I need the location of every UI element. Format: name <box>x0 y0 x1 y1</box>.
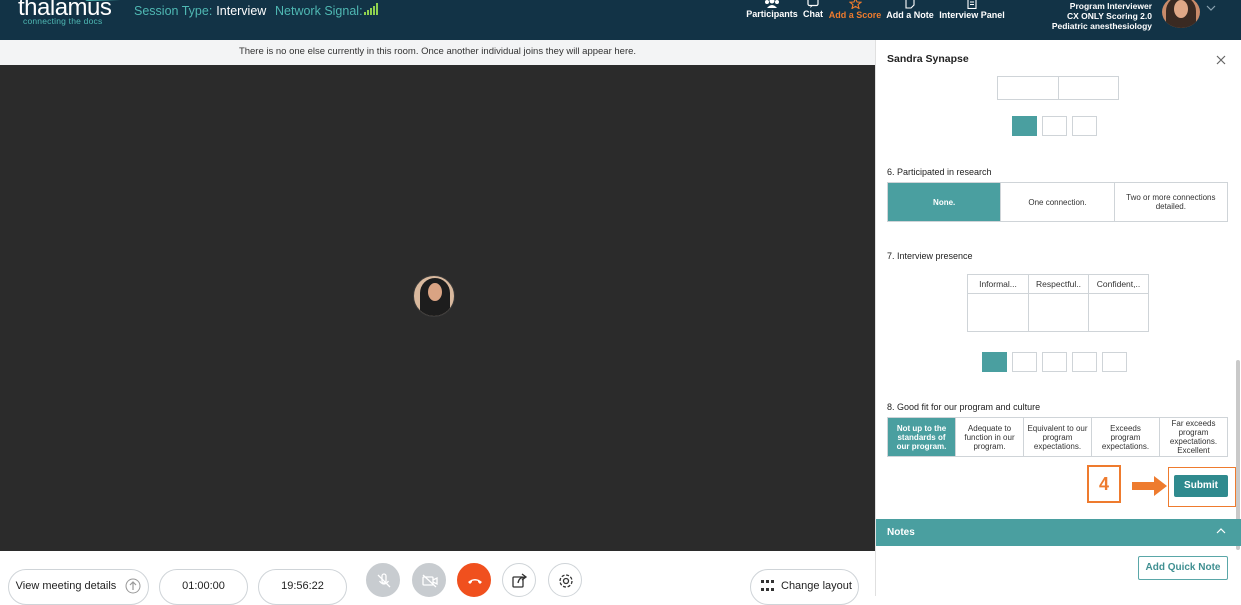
nav-chat[interactable]: Chat <box>801 0 825 26</box>
elapsed-timer: 01:00:00 <box>159 569 248 605</box>
close-icon[interactable] <box>1216 55 1226 65</box>
mic-off-icon <box>377 573 391 588</box>
change-layout-button[interactable]: Change layout <box>750 569 859 605</box>
prev-question-grid <box>997 76 1119 100</box>
notes-header[interactable]: Notes <box>876 519 1241 546</box>
user-role: Program Interviewer <box>1069 1 1152 11</box>
q7-scale <box>982 352 1127 372</box>
prev-question-scale <box>1012 116 1097 136</box>
q7-header: Confident,.. <box>1088 275 1148 293</box>
scale-option[interactable] <box>1012 116 1037 136</box>
chat-icon <box>807 0 819 8</box>
nav-participants[interactable]: Participants <box>746 0 798 26</box>
user-avatar[interactable] <box>1162 0 1200 28</box>
session-type-value: Interview <box>216 4 267 18</box>
user-program: CX ONLY Scoring 2.0 <box>1066 11 1152 21</box>
session-type: Session Type: Interview <box>134 4 266 18</box>
gear-icon <box>559 574 573 588</box>
q7-grid: Informal... Respectful.. Confident,.. <box>967 274 1149 332</box>
scale-option[interactable] <box>1012 352 1037 372</box>
clock-timer: 19:56:22 <box>258 569 347 605</box>
signal-bars-icon <box>364 3 378 15</box>
q8-option[interactable]: Not up to the standards of our program. <box>888 418 955 456</box>
session-type-label: Session Type: <box>134 4 213 18</box>
mute-button[interactable] <box>366 563 400 597</box>
user-info: Program Interviewer CX ONLY Scoring 2.0 … <box>1052 1 1152 31</box>
nav-add-note[interactable]: Add a Note <box>885 0 935 26</box>
hang-up-icon <box>468 579 482 584</box>
change-layout-label: Change layout <box>781 580 852 592</box>
chevron-up-icon <box>1216 528 1226 534</box>
share-icon <box>512 573 528 588</box>
panel-title: Sandra Synapse <box>887 53 969 65</box>
add-quick-note-button[interactable]: Add Quick Note <box>1138 556 1228 580</box>
q8-label: 8. Good fit for our program and culture <box>887 402 1041 412</box>
top-bar: thalamus connecting the docs Session Typ… <box>0 0 1241 40</box>
q7-label: 7. Interview presence <box>887 251 973 261</box>
nav-interview-panel[interactable]: Interview Panel <box>939 0 1005 26</box>
clock-timer-value: 19:56:22 <box>281 580 324 592</box>
q7-header: Informal... <box>979 279 1017 289</box>
star-icon <box>848 0 862 9</box>
view-meeting-details-button[interactable]: View meeting details <box>8 569 149 605</box>
user-specialty: Pediatric anesthesiology <box>1051 21 1152 31</box>
scale-option[interactable] <box>1072 116 1097 136</box>
q6-option[interactable]: One connection. <box>1000 183 1113 221</box>
nav-add-score-label: Add a Score <box>828 10 882 20</box>
nav-participants-label: Participants <box>746 9 798 19</box>
arrow-up-circle-icon <box>125 578 141 594</box>
nav-chat-label: Chat <box>803 9 823 19</box>
step-badge: 4 <box>1087 465 1121 503</box>
grid-icon <box>761 580 774 592</box>
view-meeting-details-label: View meeting details <box>15 580 117 592</box>
end-call-button[interactable] <box>457 563 491 597</box>
document-icon <box>967 0 977 9</box>
q8-option[interactable]: Equivalent to our program expectations. <box>1023 418 1091 456</box>
q6-option[interactable]: Two or more connections detailed. <box>1113 183 1227 221</box>
q6-label: 6. Participated in research <box>887 167 992 177</box>
thalamus-logo: thalamus connecting the docs <box>18 0 120 31</box>
q6-option[interactable]: None. <box>888 183 1001 221</box>
room-notice: There is no one else currently in this r… <box>0 40 875 65</box>
q7-header: Respectful.. <box>1028 275 1088 293</box>
nav-add-note-label: Add a Note <box>886 10 934 20</box>
score-panel: Sandra Synapse 6. Participated in resear… <box>875 40 1241 596</box>
submit-button[interactable]: Submit <box>1174 475 1228 497</box>
share-button[interactable] <box>502 563 536 597</box>
scale-option[interactable] <box>982 352 1007 372</box>
q8-option[interactable]: Exceeds program expectations. <box>1091 418 1159 456</box>
video-area <box>0 65 875 551</box>
q8-options: Not up to the standards of our program. … <box>887 417 1228 457</box>
camera-off-icon <box>422 574 438 588</box>
scale-option[interactable] <box>1072 352 1097 372</box>
notes-title: Notes <box>887 527 915 538</box>
settings-button[interactable] <box>548 563 582 597</box>
q6-options: None. One connection. Two or more connec… <box>887 182 1228 222</box>
scale-option[interactable] <box>1042 116 1067 136</box>
scale-option[interactable] <box>1102 352 1127 372</box>
participant-avatar <box>413 275 455 317</box>
nav-interview-panel-label: Interview Panel <box>939 10 1005 20</box>
elapsed-timer-value: 01:00:00 <box>182 580 225 592</box>
note-icon <box>904 0 915 9</box>
participants-icon <box>765 0 779 8</box>
camera-button[interactable] <box>412 563 446 597</box>
q8-option[interactable]: Adequate to function in our program. <box>955 418 1023 456</box>
q8-option[interactable]: Far exceeds program expectations. Excell… <box>1159 418 1227 456</box>
chevron-down-icon[interactable] <box>1206 5 1216 11</box>
call-controls: View meeting details 01:00:00 19:56:22 C… <box>0 551 875 605</box>
brand-tagline: connecting the docs <box>23 16 103 26</box>
scale-option[interactable] <box>1042 352 1067 372</box>
arrow-right-icon <box>1132 476 1167 496</box>
network-signal-label: Network Signal: <box>275 4 363 18</box>
nav-add-score[interactable]: Add a Score <box>828 0 882 26</box>
